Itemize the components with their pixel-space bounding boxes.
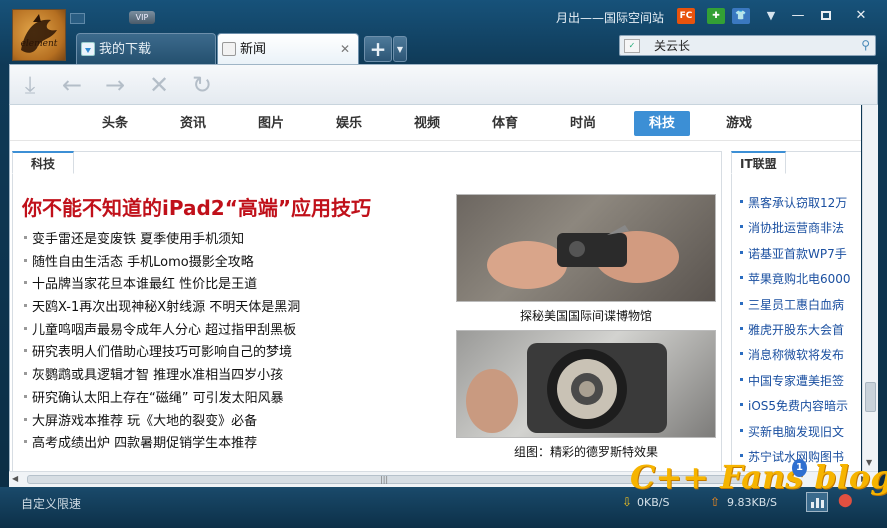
list-item[interactable]: 诺基亚首款WP7手 <box>738 245 851 270</box>
list-item[interactable]: 三星员工惠白血病 <box>738 296 851 321</box>
speed-limit-setting[interactable]: 自定义限速 <box>21 495 81 512</box>
upload-speed: 9.83KB/S <box>727 496 777 509</box>
news-item[interactable]: 大屏游戏本推荐 玩《大地的裂变》必备 <box>22 410 300 433</box>
grip-icon: ||| <box>380 475 389 484</box>
search-icon[interactable]: ⚲ <box>861 38 870 52</box>
new-tab-button[interactable]: + <box>364 36 392 62</box>
main-menu-button[interactable] <box>70 13 85 24</box>
vertical-scrollbar[interactable]: ▼ <box>862 105 878 471</box>
stop-icon[interactable]: ✕ <box>145 71 173 99</box>
new-tab-dropdown-icon[interactable]: ▼ <box>393 36 407 62</box>
news-photo-spy-device[interactable] <box>456 194 716 302</box>
channel-nav: 头条 资讯 图片 娱乐 视频 体育 时尚 科技 游戏 <box>10 105 861 141</box>
news-list: 变手雷还是变废铁 夏季使用手机须知 随性自由生活态 手机Lomo摄影全攻略 十品… <box>22 228 300 455</box>
download-speed-icon: ⇩ <box>622 495 633 509</box>
list-item[interactable]: 黑客承认窃取12万 <box>738 194 851 219</box>
news-item[interactable]: 儿童鸣咽声最易令成年人分心 超过指甲刮黑板 <box>22 319 300 342</box>
news-item[interactable]: 灰鹦鹉或具逻辑才智 推理水准相当四岁小孩 <box>22 364 300 387</box>
tab-label: 我的下载 <box>99 42 152 57</box>
tab-label: 新闻 <box>240 42 267 57</box>
vertical-scroll-thumb[interactable] <box>865 382 876 412</box>
list-item[interactable]: 中国专家遭美拒签 <box>738 372 851 397</box>
list-item[interactable]: 消息称微软将发布 <box>738 346 851 371</box>
panel-tab-tech[interactable]: 科技 <box>12 151 75 174</box>
news-item[interactable]: 十品牌当家花旦本谁最红 性价比是王道 <box>22 273 300 296</box>
news-item[interactable]: 高考成绩出炉 四款暑期促销学生本推荐 <box>22 432 300 455</box>
nav-item-news[interactable]: 资讯 <box>165 111 221 136</box>
vip-badge[interactable]: VIP <box>129 11 155 24</box>
maximize-button[interactable] <box>815 7 837 25</box>
tech-news-panel: 科技 你不能不知道的iPad2“高端”应用技巧 变手雷还是变废铁 夏季使用手机须… <box>12 151 722 471</box>
news-item[interactable]: 变手雷还是变废铁 夏季使用手机须知 <box>22 228 300 251</box>
download-icon <box>81 42 95 56</box>
list-item[interactable]: 消协批运营商非法 <box>738 219 851 244</box>
news-photo-droste[interactable] <box>456 330 716 438</box>
photo-caption[interactable]: 探秘美国国际间谍博物馆 <box>456 307 716 324</box>
nav-item-games[interactable]: 游戏 <box>711 111 767 136</box>
tab-news[interactable]: 新闻 ✕ <box>217 33 359 64</box>
forward-arrow-icon[interactable]: → <box>101 71 129 99</box>
nav-item-entertainment[interactable]: 娱乐 <box>321 111 377 136</box>
news-item[interactable]: 研究确认太阳上存在“磁绳” 可引发太阳风暴 <box>22 387 300 410</box>
back-arrow-icon[interactable]: ← <box>58 71 86 99</box>
nav-item-pictures[interactable]: 图片 <box>243 111 299 136</box>
photo-camera-droste <box>466 343 667 433</box>
page-content: 头条 资讯 图片 娱乐 视频 体育 时尚 科技 游戏 科技 你不能不知道的iPa… <box>9 105 861 471</box>
nav-item-fashion[interactable]: 时尚 <box>555 111 611 136</box>
it-news-list: 黑客承认窃取12万 消协批运营商非法 诺基亚首款WP7手 苹果竟购北电6000 … <box>738 194 851 471</box>
news-item[interactable]: 研究表明人们借助心理技巧可影响自己的梦境 <box>22 341 300 364</box>
gift-icon[interactable]: ✚ <box>707 8 725 24</box>
tab-my-downloads[interactable]: 我的下载 <box>76 33 216 64</box>
skin-shirt-icon[interactable]: 👕 <box>732 8 750 24</box>
list-item[interactable]: 买新电脑发现旧文 <box>738 423 851 448</box>
app-logo[interactable]: element <box>12 9 66 61</box>
it-alliance-panel: IT联盟 黑客承认窃取12万 消协批运营商非法 诺基亚首款WP7手 苹果竟购北电… <box>731 151 861 471</box>
download-icon[interactable]: ⤓ <box>16 71 44 99</box>
maximize-icon <box>821 11 831 20</box>
page-icon <box>222 42 236 56</box>
search-box: ✓ ⚲ <box>619 35 876 56</box>
headline-link[interactable]: 你不能不知道的iPad2“高端”应用技巧 <box>22 192 371 221</box>
dragon-logo-icon <box>21 14 57 53</box>
fc-icon[interactable]: FC <box>677 8 695 24</box>
nav-item-headlines[interactable]: 头条 <box>87 111 143 136</box>
nav-item-tech[interactable]: 科技 <box>634 111 690 136</box>
nav-item-sports[interactable]: 体育 <box>477 111 533 136</box>
scroll-left-icon[interactable]: ◀ <box>12 474 18 483</box>
news-item[interactable]: 随性自由生活态 手机Lomo摄影全攻略 <box>22 251 300 274</box>
list-item[interactable]: iOS5免费内容暗示 <box>738 397 851 422</box>
list-item[interactable]: 雅虎开股东大会首 <box>738 321 851 346</box>
close-window-button[interactable]: ✕ <box>850 7 872 25</box>
dropdown-arrow-icon[interactable]: ▼ <box>762 8 780 24</box>
news-item[interactable]: 天鸥X-1再次出现神秘X射线源 不明天体是黑洞 <box>22 296 300 319</box>
search-engine-icon[interactable]: ✓ <box>624 39 640 53</box>
browser-window: element VIP 月出——国际空间站 FC ✚ 👕 ▼ — ✕ 我的下载 … <box>0 0 887 528</box>
minimize-button[interactable]: — <box>787 7 809 25</box>
panel-tab-it-alliance[interactable]: IT联盟 <box>731 151 786 174</box>
search-input[interactable] <box>654 38 854 53</box>
upload-speed-icon: ⇧ <box>710 495 721 509</box>
refresh-icon[interactable]: ↻ <box>188 71 216 99</box>
tab-close-icon[interactable]: ✕ <box>340 34 350 65</box>
watermark-badge: 1 <box>792 459 807 477</box>
nav-item-video[interactable]: 视频 <box>399 111 455 136</box>
download-speed: 0KB/S <box>637 496 670 509</box>
site-title: 月出——国际空间站 <box>556 11 665 25</box>
photo-hands-device <box>487 225 679 289</box>
list-item[interactable]: 苹果竟购北电6000 <box>738 270 851 295</box>
watermark-text: C++ Fans blog <box>630 458 887 496</box>
logo-text: element <box>20 39 58 49</box>
navigation-toolbar: ⤓ ← → ✕ ↻ <box>9 64 878 105</box>
